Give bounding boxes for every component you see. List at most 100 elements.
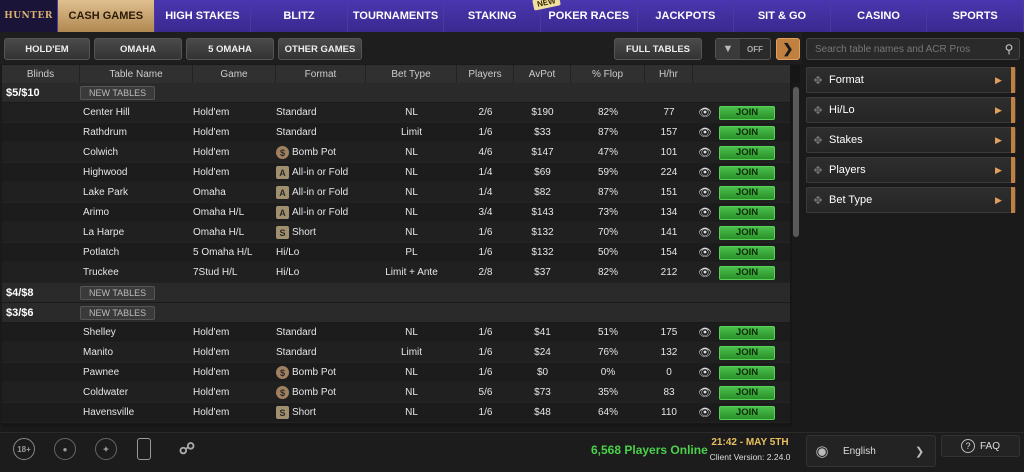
language-selector[interactable]: ◉ English ❯ — [806, 435, 936, 467]
table-row[interactable]: Rathdrum Hold'em Standard Limit 1/6 $33 87% 157… — [2, 123, 790, 143]
table-row[interactable]: Arimo Omaha H/L A All-in or Fold NL 3/4 $143 73… — [2, 203, 790, 223]
join-button[interactable]: JOIN — [719, 345, 775, 360]
filter-omaha-button[interactable]: OMAHA — [94, 38, 182, 60]
panel-item-format[interactable]: ✥ Format ▶ — [806, 67, 1016, 93]
new-tables-button[interactable]: NEW TABLES — [80, 305, 156, 320]
share-icon[interactable]: ☍ — [176, 438, 198, 460]
players-count: 3/4 — [478, 207, 493, 218]
tab-jackpots[interactable]: JACKPOTS — [637, 0, 735, 32]
watch-table-icon[interactable]: 👁 — [693, 163, 717, 183]
drag-handle-icon[interactable]: ✥ — [807, 134, 829, 147]
tab-sit-go[interactable]: SIT & GO — [734, 0, 831, 32]
scrollbar-thumb[interactable] — [793, 87, 799, 237]
faq-button[interactable]: ? FAQ — [941, 435, 1020, 457]
table-row[interactable]: Havensville Hold'em S Short NL 1/6 $48 64% 110 👁 J… — [2, 403, 790, 423]
join-button[interactable]: JOIN — [719, 105, 775, 120]
header-bet-type[interactable]: Bet Type — [366, 65, 457, 83]
flop-percent: 0% — [600, 367, 616, 378]
tab-blitz[interactable]: BLITZ — [251, 0, 348, 32]
join-button[interactable]: JOIN — [719, 325, 775, 340]
join-button[interactable]: JOIN — [719, 225, 775, 240]
table-scrollbar[interactable] — [792, 83, 800, 427]
expand-panel-button[interactable]: ❯ — [776, 38, 800, 60]
table-row[interactable]: Highwood Hold'em A All-in or Fold NL 1/4 $69 59… — [2, 163, 790, 183]
full-tables-button[interactable]: FULL TABLES — [614, 38, 702, 60]
drag-handle-icon[interactable]: ✥ — [807, 164, 829, 177]
table-row[interactable]: Colwich Hold'em $ Bomb Pot NL 4/6 $147 47% 101 👁 J… — [2, 143, 790, 163]
panel-item-stakes[interactable]: ✥ Stakes ▶ — [806, 127, 1016, 153]
hands-per-hour: 141 — [660, 227, 678, 238]
watch-table-icon[interactable]: 👁 — [693, 363, 717, 383]
watch-table-icon[interactable]: 👁 — [693, 143, 717, 163]
watch-table-icon[interactable]: 👁 — [693, 323, 717, 343]
header-table-name[interactable]: Table Name — [80, 65, 193, 83]
header-game[interactable]: Game — [193, 65, 276, 83]
join-button[interactable]: JOIN — [719, 125, 775, 140]
filter-toggle[interactable]: ▼ OFF — [715, 38, 771, 60]
watch-table-icon[interactable]: 👁 — [693, 123, 717, 143]
panel-item-hi-lo[interactable]: ✥ Hi/Lo ▶ — [806, 97, 1016, 123]
table-row[interactable]: Lake Park Omaha A All-in or Fold NL 1/4 $82 87%… — [2, 183, 790, 203]
join-button[interactable]: JOIN — [719, 405, 775, 420]
table-row[interactable]: Center Hill Hold'em Standard NL 2/6 $190 82% 77… — [2, 103, 790, 123]
drag-handle-icon[interactable]: ✥ — [807, 194, 829, 207]
header-blinds[interactable]: Blinds — [2, 65, 80, 83]
join-button[interactable]: JOIN — [719, 205, 775, 220]
tab-casino[interactable]: CASINO — [830, 0, 928, 32]
header-players[interactable]: Players — [457, 65, 514, 83]
panel-item-players[interactable]: ✥ Players ▶ — [806, 157, 1016, 183]
watch-table-icon[interactable]: 👁 — [693, 403, 717, 423]
tab-tournaments[interactable]: TOURNAMENTS — [347, 0, 445, 32]
filter-other-games-button[interactable]: OTHER GAMES — [278, 38, 362, 60]
table-row[interactable]: La Harpe Omaha H/L S Short NL 1/6 $132 70% 141 👁 J… — [2, 223, 790, 243]
watch-table-icon[interactable]: 👁 — [693, 103, 717, 123]
join-button[interactable]: JOIN — [719, 365, 775, 380]
table-row[interactable]: Pawnee Hold'em $ Bomb Pot NL 1/6 $0 0% 0 👁 JOIN — [2, 363, 790, 383]
search-input[interactable] — [807, 43, 999, 55]
watch-table-icon[interactable]: 👁 — [693, 383, 717, 403]
new-tables-button[interactable]: NEW TABLES — [80, 85, 156, 100]
watch-table-icon[interactable]: 👁 — [693, 243, 717, 263]
join-button[interactable]: JOIN — [719, 385, 775, 400]
watch-table-icon[interactable]: 👁 — [693, 203, 717, 223]
header-format[interactable]: Format — [276, 65, 366, 83]
mobile-icon[interactable] — [137, 438, 151, 460]
watch-table-icon[interactable]: 👁 — [693, 183, 717, 203]
table-row[interactable]: Truckee 7Stud H/L Hi/Lo Limit + Ante 2/8 $37 8… — [2, 263, 790, 283]
tab-poker-races[interactable]: POKER RACES NEW — [532, 0, 638, 32]
table-row[interactable]: Potlatch 5 Omaha H/L Hi/Lo PL 1/6 $132 50% 154 👁… — [2, 243, 790, 263]
tab-staking[interactable]: STAKING — [444, 0, 541, 32]
average-pot: $41 — [534, 327, 551, 338]
blinds-cell — [2, 323, 80, 343]
responsible-gaming-icon[interactable]: ● — [54, 438, 76, 460]
table-row[interactable]: Coldwater Hold'em $ Bomb Pot NL 5/6 $73 35% 83 👁 J… — [2, 383, 790, 403]
panel-item-bet-type[interactable]: ✥ Bet Type ▶ — [806, 187, 1016, 213]
watch-table-icon[interactable]: 👁 — [693, 343, 717, 363]
watch-table-icon[interactable]: 👁 — [693, 223, 717, 243]
header-avpot[interactable]: AvPot — [514, 65, 571, 83]
table-row[interactable]: Manito Hold'em Standard Limit 1/6 $24 76% 132 👁 J… — [2, 343, 790, 363]
hunter-logo[interactable]: HUNTER — [0, 0, 58, 32]
seal-icon[interactable]: ✦ — [95, 438, 117, 460]
eye-icon: 👁 — [698, 107, 712, 119]
search-icon[interactable]: ⚲ — [999, 42, 1019, 56]
header-flop[interactable]: % Flop — [571, 65, 645, 83]
drag-handle-icon[interactable]: ✥ — [807, 74, 829, 87]
join-button[interactable]: JOIN — [719, 185, 775, 200]
join-button[interactable]: JOIN — [719, 145, 775, 160]
eye-icon: 👁 — [698, 367, 712, 379]
join-button[interactable]: JOIN — [719, 265, 775, 280]
filter-5-omaha-button[interactable]: 5 OMAHA — [186, 38, 274, 60]
join-button[interactable]: JOIN — [719, 165, 775, 180]
tab-sports[interactable]: SPORTS — [927, 0, 1024, 32]
table-row[interactable]: Shelley Hold'em Standard NL 1/6 $41 51% 175 👁 JOI… — [2, 323, 790, 343]
filter-holdem-button[interactable]: HOLD'EM — [4, 38, 90, 60]
drag-handle-icon[interactable]: ✥ — [807, 104, 829, 117]
eye-icon: 👁 — [698, 327, 712, 339]
watch-table-icon[interactable]: 👁 — [693, 263, 717, 283]
header-hhr[interactable]: H/hr — [645, 65, 693, 83]
tab-high-stakes[interactable]: HIGH STAKES — [154, 0, 252, 32]
new-tables-button[interactable]: NEW TABLES — [80, 285, 156, 300]
join-button[interactable]: JOIN — [719, 245, 775, 260]
tab-cash-games[interactable]: CASH GAMES — [58, 0, 155, 32]
